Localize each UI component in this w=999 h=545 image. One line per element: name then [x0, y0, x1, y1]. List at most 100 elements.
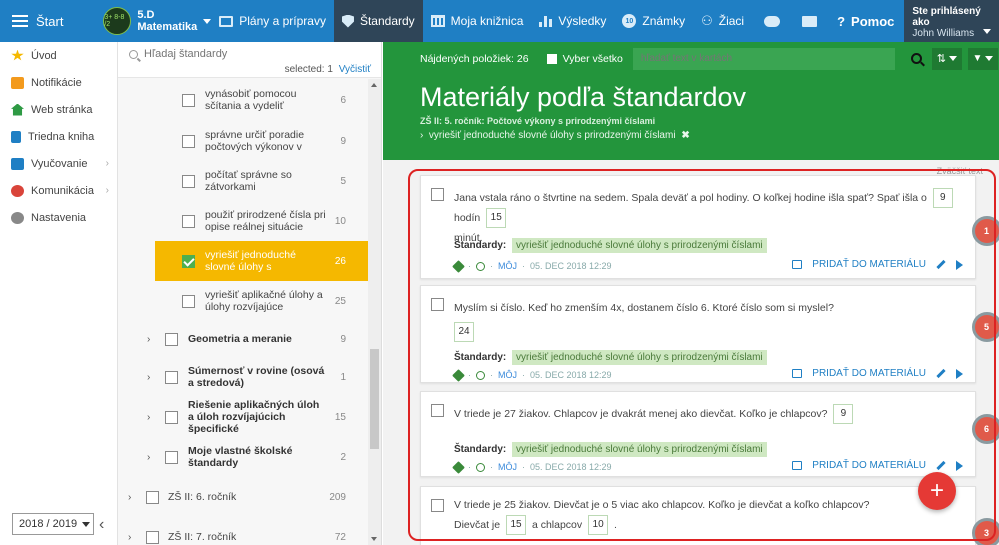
- select-all-label[interactable]: Vyber všetko: [563, 53, 623, 65]
- nav-plans-label: Plány a prípravy: [239, 14, 326, 28]
- standard-item[interactable]: počítať správne so zátvorkami 5: [118, 161, 368, 201]
- chat-icon: [764, 15, 781, 27]
- filter-button[interactable]: ▼: [967, 47, 998, 70]
- sidebar-item-website[interactable]: Web stránka: [0, 96, 117, 123]
- library-icon: [430, 15, 445, 27]
- sort-icon: ⇅: [936, 53, 946, 65]
- sidebar-item-home[interactable]: Úvod: [0, 42, 117, 69]
- close-icon[interactable]: ✖: [681, 130, 689, 141]
- standard-checkbox[interactable]: [182, 294, 195, 308]
- category-text: Riešenie aplikačných úloh a úloh rozvíja…: [188, 399, 320, 435]
- nav-standards-label: Štandardy: [359, 14, 415, 28]
- grade-checkbox[interactable]: [146, 530, 159, 544]
- standard-checkbox[interactable]: [182, 174, 195, 188]
- chevron-right-icon[interactable]: ›: [147, 372, 165, 383]
- add-material-fab[interactable]: +: [918, 472, 956, 510]
- standard-text: vyriešiť jednoduché slovné úlohy s priro…: [205, 249, 296, 273]
- nav-results[interactable]: Výsledky: [531, 0, 614, 42]
- sidebar-item-notifications[interactable]: Notifikácie: [0, 69, 117, 96]
- materials-main: Nájdených položiek: 26 Vyber všetko ⇅ ▼ …: [383, 42, 999, 545]
- clear-selection-link[interactable]: Vyčistiť: [339, 64, 371, 75]
- select-all-checkbox[interactable]: [546, 53, 557, 64]
- standard-count: 26: [334, 255, 346, 267]
- category-count: 2: [340, 451, 346, 463]
- materials-toolbar: Nájdených položiek: 26 Vyber všetko ⇅ ▼: [383, 42, 999, 75]
- chevron-right-icon[interactable]: ›: [128, 492, 146, 503]
- help-button[interactable]: ? Pomoc: [827, 14, 904, 29]
- grade-checkbox[interactable]: [146, 490, 159, 504]
- mail-button[interactable]: [792, 0, 827, 42]
- standard-item-selected[interactable]: vyriešiť jednoduché slovné úlohy s priro…: [155, 241, 368, 281]
- standard-item[interactable]: vyriešiť aplikačné úlohy a úlohy rozvíja…: [118, 281, 368, 321]
- class-label: 5.D Matematika: [137, 9, 197, 33]
- page-subtitle: ZŠ II: 5. ročník: Počtové výkony s priro…: [420, 116, 656, 126]
- sort-button[interactable]: ⇅: [931, 47, 962, 70]
- question-icon: ?: [837, 13, 846, 29]
- nav-plans[interactable]: Plány a prípravy: [211, 0, 334, 42]
- collapse-sidebar-icon[interactable]: ‹: [99, 516, 104, 534]
- people-icon: [11, 184, 24, 197]
- search-icon[interactable]: [910, 53, 922, 64]
- standards-search-bar: selected: 1 Vyčistiť: [118, 42, 381, 78]
- class-selector[interactable]: 3+ 8-8 /2 5.D Matematika: [95, 7, 212, 35]
- grade-item[interactable]: › ZŠ II: 6. ročník 209: [118, 477, 368, 517]
- nav-students[interactable]: ⚇ Žiaci: [693, 0, 752, 42]
- start-button[interactable]: Štart: [0, 0, 95, 42]
- category-checkbox[interactable]: [165, 450, 178, 464]
- grade-text: ZŠ II: 7. ročník: [168, 531, 237, 543]
- standard-text: použiť prirodzené čísla pri opise reálne…: [205, 209, 326, 233]
- page-title: Materiály podľa štandardov: [420, 82, 747, 112]
- calendar-icon: [219, 15, 234, 27]
- chat-button[interactable]: [752, 0, 792, 42]
- standards-panel: selected: 1 Vyčistiť vynásobiť pomocou s…: [118, 42, 382, 545]
- standard-item[interactable]: použiť prirodzené čísla pri opise reálne…: [118, 201, 368, 241]
- category-checkbox[interactable]: [165, 370, 178, 384]
- standards-tree: vynásobiť pomocou sčítania a vydeliť pom…: [118, 79, 368, 545]
- home-icon: [11, 103, 24, 116]
- standard-item[interactable]: správne určiť poradie počtových výkonov …: [118, 121, 368, 161]
- nav-standards[interactable]: Štandardy: [333, 0, 423, 42]
- scroll-up-icon[interactable]: [371, 83, 377, 87]
- sidebar-item-classbook[interactable]: Triedna kniha: [0, 123, 117, 150]
- left-sidebar: Úvod Notifikácie Web stránka Triedna kni…: [0, 42, 118, 545]
- standard-category[interactable]: › Súmernosť v rovine (osová a stredová) …: [118, 357, 368, 397]
- standard-checkbox[interactable]: [182, 134, 195, 148]
- scroll-thumb[interactable]: [370, 349, 379, 449]
- start-label: Štart: [36, 13, 64, 29]
- chevron-right-icon[interactable]: ›: [147, 452, 165, 463]
- scroll-down-icon[interactable]: [371, 537, 377, 541]
- sidebar-item-settings[interactable]: Nastavenia: [0, 204, 117, 231]
- standard-checkbox-checked[interactable]: [182, 254, 195, 268]
- grade-icon: 10: [622, 14, 637, 28]
- grade-item[interactable]: › ZŠ II: 7. ročník 72: [118, 517, 368, 545]
- standard-category[interactable]: › Moje vlastné školské štandardy 2: [118, 437, 368, 477]
- chevron-right-icon[interactable]: ›: [128, 532, 146, 543]
- sidebar-item-teaching[interactable]: Vyučovanie ›: [0, 150, 117, 177]
- help-label: Pomoc: [851, 13, 895, 29]
- standard-category[interactable]: › Geometria a meranie 9: [118, 321, 368, 357]
- class-avatar-text: 3+ 8-8 /2: [104, 14, 125, 28]
- category-checkbox[interactable]: [165, 332, 178, 346]
- sidebar-item-communication[interactable]: Komunikácia ›: [0, 177, 117, 204]
- standard-checkbox[interactable]: [182, 214, 195, 228]
- card-filter-input[interactable]: [632, 47, 895, 70]
- shield-icon: [341, 14, 354, 28]
- chevron-right-icon[interactable]: ›: [147, 334, 165, 345]
- nav-grades[interactable]: 10 Známky: [614, 0, 693, 42]
- nav-library[interactable]: Moja knižnica: [423, 0, 532, 42]
- chevron-right-icon[interactable]: ›: [147, 412, 165, 423]
- standard-category[interactable]: › Riešenie aplikačných úloh a úloh rozví…: [118, 397, 368, 437]
- school-year-select[interactable]: 2018 / 2019: [12, 513, 94, 535]
- standards-scrollbar[interactable]: [368, 79, 381, 545]
- chevron-down-icon: [985, 56, 994, 61]
- category-count: 15: [334, 411, 346, 423]
- user-menu[interactable]: Ste prihlásený ako John Williams: [904, 0, 999, 42]
- standard-item[interactable]: vynásobiť pomocou sčítania a vydeliť pom…: [118, 79, 368, 121]
- category-checkbox[interactable]: [165, 410, 178, 424]
- book-icon: [11, 130, 21, 143]
- plus-icon: +: [929, 477, 944, 504]
- standard-checkbox[interactable]: [182, 93, 195, 107]
- category-text: Geometria a meranie: [188, 333, 292, 345]
- nav-library-label: Moja knižnica: [450, 14, 524, 28]
- standards-search-input[interactable]: [144, 48, 344, 60]
